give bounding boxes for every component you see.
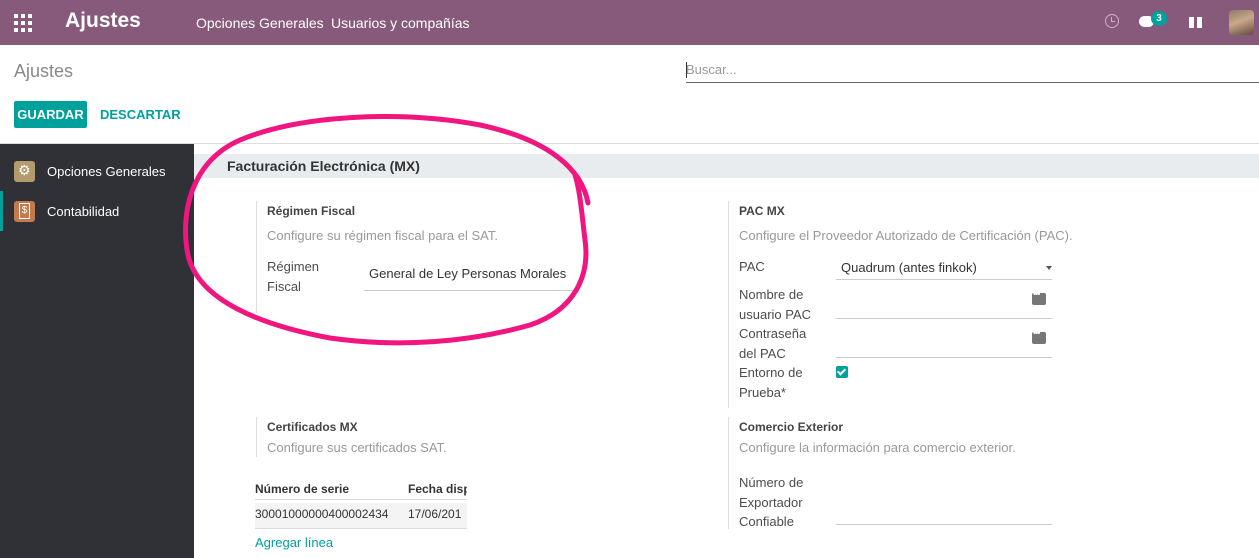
field-underline (364, 290, 579, 291)
add-line-link[interactable]: Agregar línea (255, 535, 333, 550)
setting-description: Configure el Proveedor Autorizado de Cer… (739, 228, 1073, 243)
activity-clock-icon[interactable] (1105, 14, 1119, 28)
setting-title: PAC MX (739, 204, 785, 218)
sidebar-item-label: Opciones Generales (47, 163, 166, 179)
setting-title: Comercio Exterior (739, 420, 844, 434)
setting-title: Régimen Fiscal (267, 204, 356, 218)
gift-icon[interactable] (1189, 15, 1202, 28)
setting-description: Configure su régimen fiscal para el SAT. (267, 228, 498, 243)
column-header[interactable]: Número de serie (255, 482, 349, 496)
setting-title: Certificados MX (267, 420, 358, 434)
discard-button[interactable]: DESCARTAR (100, 101, 181, 128)
certificados-setting: Certificados MX Configure sus certificad… (256, 417, 586, 457)
breadcrumb: Ajustes (14, 61, 74, 81)
section-title: Facturación Electrónica (MX) (194, 154, 1259, 178)
serial-number-cell: 30001000000400002434 (255, 507, 389, 521)
settings-sidebar: Opciones Generales Contabilidad (0, 144, 194, 558)
pac-select[interactable]: Quadrum (antes finkok) (841, 260, 977, 275)
sidebar-item-contabilidad[interactable]: Contabilidad (0, 191, 194, 231)
setting-description: Configure sus certificados SAT. (267, 440, 447, 455)
gear-icon (14, 160, 35, 182)
test-env-checkbox[interactable] (836, 366, 848, 378)
sidebar-item-opciones-generales[interactable]: Opciones Generales (0, 151, 194, 191)
column-header[interactable]: Fecha disp (408, 482, 467, 496)
pac-label: PAC (739, 259, 765, 274)
apps-menu-icon[interactable] (14, 14, 32, 32)
chevron-down-icon[interactable] (1046, 266, 1052, 270)
pac-user-label: Nombre de usuario PAC (739, 287, 812, 322)
password-dots-icon[interactable] (1032, 328, 1046, 344)
save-button[interactable]: GUARDAR (14, 101, 87, 128)
pac-user-input[interactable] (836, 318, 1052, 319)
pac-password-input[interactable] (836, 357, 1052, 358)
user-avatar[interactable] (1229, 10, 1254, 35)
regimen-field-label: Régimen Fiscal (267, 259, 320, 294)
test-env-label: Entorno de Prueba* (739, 365, 803, 400)
exporter-number-label: Número de Exportador Confiable (739, 475, 804, 529)
regimen-fiscal-select[interactable]: General de Ley Personas Morales (369, 266, 566, 281)
table-row[interactable]: 30001000000400002434 17/06/201 (255, 503, 467, 529)
password-dots-icon[interactable] (1032, 289, 1046, 305)
nav-opciones-generales[interactable]: Opciones Generales (196, 15, 324, 31)
certificates-table-header: Número de serie Fecha disp (255, 478, 467, 500)
nav-usuarios-companias[interactable]: Usuarios y compañías (331, 15, 470, 31)
chat-count-badge: 3 (1151, 11, 1167, 26)
search-input[interactable] (686, 58, 1259, 80)
date-cell: 17/06/201 (408, 507, 462, 521)
exporter-number-input[interactable] (836, 524, 1052, 525)
sidebar-item-label: Contabilidad (47, 203, 120, 219)
pac-password-label: Contraseña del PAC (739, 326, 807, 361)
accounting-icon (14, 200, 35, 222)
top-navbar: Ajustes Opciones Generales Usuarios y co… (0, 0, 1259, 45)
app-title[interactable]: Ajustes (65, 9, 141, 33)
field-underline (836, 279, 1052, 280)
search-bar[interactable] (686, 58, 1259, 83)
setting-description: Configure la información para comercio e… (739, 440, 1016, 455)
